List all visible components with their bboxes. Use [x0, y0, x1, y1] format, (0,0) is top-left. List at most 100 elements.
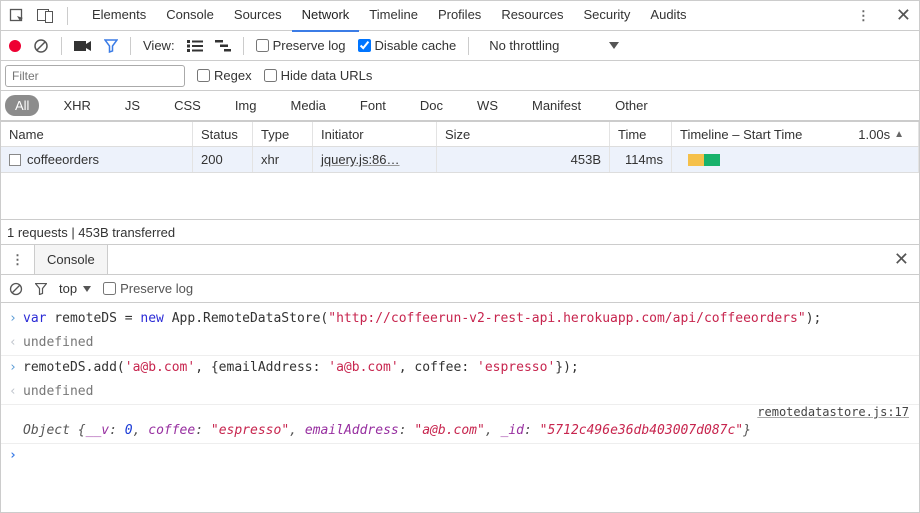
regex-label: Regex — [214, 68, 252, 83]
network-table: Name Status Type Initiator Size Time Tim… — [1, 121, 919, 219]
network-summary: 1 requests | 453B transferred — [1, 219, 919, 245]
file-icon — [9, 154, 21, 166]
console-input-line: › remoteDS.add('a@b.com', {emailAddress:… — [1, 356, 919, 380]
separator-icon — [243, 37, 244, 55]
table-row[interactable]: coffeeorders 200 xhr jquery.js:86… 453B … — [1, 147, 919, 173]
col-initiator[interactable]: Initiator — [313, 122, 437, 146]
cell-size: 453B — [437, 147, 610, 172]
return-value: undefined — [23, 381, 911, 403]
chevron-down-icon — [609, 42, 619, 49]
type-xhr[interactable]: XHR — [53, 95, 100, 116]
input-marker-icon: › — [9, 308, 23, 330]
tab-resources[interactable]: Resources — [491, 0, 573, 32]
type-js[interactable]: JS — [115, 95, 150, 116]
log-object[interactable]: Object {__v: 0, coffee: "espresso", emai… — [23, 420, 911, 442]
log-source-link[interactable]: remotedatastore.js:17 — [1, 405, 919, 419]
cell-initiator[interactable]: jquery.js:86… — [313, 147, 437, 172]
cell-type: xhr — [253, 147, 313, 172]
console-input-line: › var remoteDS = new App.RemoteDataStore… — [1, 307, 919, 331]
tab-elements[interactable]: Elements — [82, 0, 156, 32]
console-code: remoteDS.add('a@b.com', {emailAddress: '… — [23, 357, 911, 379]
close-icon[interactable]: ✕ — [896, 5, 911, 26]
type-font[interactable]: Font — [350, 95, 396, 116]
context-select[interactable]: top — [59, 281, 91, 296]
type-ws[interactable]: WS — [467, 95, 508, 116]
console-return-line: ‹ undefined — [1, 380, 919, 404]
clear-icon[interactable] — [33, 38, 49, 54]
drawer-tabbar: ⋮ Console ✕ — [1, 245, 919, 275]
tab-console[interactable]: Console — [156, 0, 224, 32]
view-label: View: — [143, 38, 175, 53]
devtools-tabbar: Elements Console Sources Network Timelin… — [1, 1, 919, 31]
console-preserve-log-checkbox[interactable]: Preserve log — [103, 281, 193, 296]
record-button[interactable] — [9, 40, 21, 52]
regex-checkbox[interactable]: Regex — [197, 68, 252, 83]
tab-profiles[interactable]: Profiles — [428, 0, 491, 32]
type-img[interactable]: Img — [225, 95, 267, 116]
tab-security[interactable]: Security — [573, 0, 640, 32]
context-label: top — [59, 281, 77, 296]
disable-cache-checkbox[interactable]: Disable cache — [358, 38, 457, 53]
console-code: var remoteDS = new App.RemoteDataStore("… — [23, 308, 911, 330]
hide-data-urls-label: Hide data URLs — [281, 68, 373, 83]
col-type[interactable]: Type — [253, 122, 313, 146]
network-type-filter: All XHR JS CSS Img Media Font Doc WS Man… — [1, 91, 919, 121]
col-time[interactable]: Time — [610, 122, 672, 146]
network-toolbar: View: Preserve log Disable cache No thro… — [1, 31, 919, 61]
console[interactable]: › var remoteDS = new App.RemoteDataStore… — [1, 303, 919, 472]
type-manifest[interactable]: Manifest — [522, 95, 591, 116]
more-icon[interactable]: ⋮ — [847, 8, 880, 24]
tab-sources[interactable]: Sources — [224, 0, 292, 32]
return-value: undefined — [23, 332, 911, 354]
type-all[interactable]: All — [5, 95, 39, 116]
inspect-icon[interactable] — [9, 8, 25, 24]
timeline-label: Timeline – Start Time — [680, 127, 802, 142]
clear-console-icon[interactable] — [9, 282, 23, 296]
tabbar-left-icons — [9, 7, 68, 25]
tab-timeline[interactable]: Timeline — [359, 0, 428, 32]
throttling-select[interactable]: No throttling — [489, 38, 619, 53]
col-timeline[interactable]: Timeline – Start Time 1.00s▲ — [672, 122, 919, 146]
filter-icon[interactable] — [104, 39, 118, 53]
filter-input[interactable] — [5, 65, 185, 87]
large-rows-icon[interactable] — [187, 40, 203, 52]
type-media[interactable]: Media — [280, 95, 335, 116]
device-toggle-icon[interactable] — [37, 9, 55, 23]
separator-icon — [468, 37, 469, 55]
preserve-log-checkbox[interactable]: Preserve log — [256, 38, 346, 53]
preserve-log-label: Preserve log — [273, 38, 346, 53]
type-other[interactable]: Other — [605, 95, 658, 116]
separator-icon — [61, 37, 62, 55]
drawer-tab-console[interactable]: Console — [34, 245, 108, 274]
console-return-line: ‹ undefined — [1, 331, 919, 355]
separator-icon — [130, 37, 131, 55]
camera-icon[interactable] — [74, 39, 92, 53]
return-marker-icon: ‹ — [9, 332, 23, 354]
prompt-marker-icon: › — [9, 445, 23, 467]
network-filterbar: Regex Hide data URLs — [1, 61, 919, 91]
cell-name: coffeeorders — [1, 147, 193, 172]
console-filter-icon[interactable] — [35, 283, 47, 295]
tab-network[interactable]: Network — [292, 0, 360, 32]
devtools-tabs: Elements Console Sources Network Timelin… — [82, 0, 843, 32]
console-prompt[interactable]: › — [1, 444, 919, 468]
hide-data-urls-checkbox[interactable]: Hide data URLs — [264, 68, 373, 83]
drawer-more-icon[interactable]: ⋮ — [1, 252, 34, 268]
table-header: Name Status Type Initiator Size Time Tim… — [1, 121, 919, 147]
col-name[interactable]: Name — [1, 122, 193, 146]
console-preserve-log-label: Preserve log — [120, 281, 193, 296]
cell-status: 200 — [193, 147, 253, 172]
col-status[interactable]: Status — [193, 122, 253, 146]
waterfall-view-icon[interactable] — [215, 40, 231, 52]
tabbar-right-icons: ⋮ ✕ — [847, 5, 911, 26]
drawer-close-icon[interactable]: ✕ — [894, 249, 909, 270]
type-doc[interactable]: Doc — [410, 95, 453, 116]
col-size[interactable]: Size — [437, 122, 610, 146]
cell-timeline — [672, 147, 919, 172]
type-css[interactable]: CSS — [164, 95, 211, 116]
console-toolbar: top Preserve log — [1, 275, 919, 303]
tab-audits[interactable]: Audits — [640, 0, 696, 32]
return-marker-icon: ‹ — [9, 381, 23, 403]
input-marker-icon: › — [9, 357, 23, 379]
separator-icon — [67, 7, 68, 25]
